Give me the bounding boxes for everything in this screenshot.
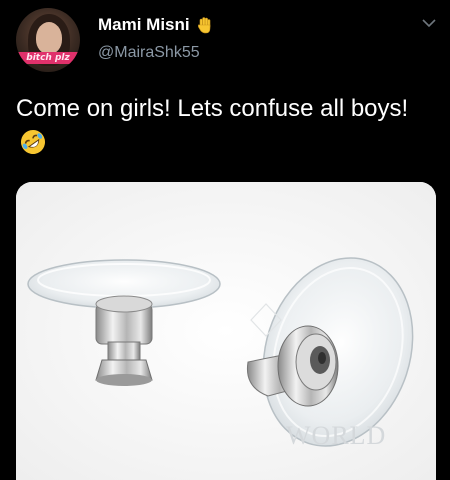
chevron-down-icon[interactable]: [422, 18, 436, 28]
author-handle[interactable]: @MairaShk55: [98, 44, 200, 62]
tweet-card: bitch plz Mami Misni @MairaShk55 Come on…: [0, 0, 450, 480]
tweet-media-image[interactable]: WORLD: [16, 182, 436, 480]
display-name[interactable]: Mami Misni: [98, 15, 190, 35]
tweet-text-content: Come on girls! Lets confuse all boys!: [16, 95, 409, 122]
author-name-row: Mami Misni: [98, 14, 214, 36]
avatar-caption: bitch plz: [16, 52, 80, 64]
avatar[interactable]: bitch plz: [16, 8, 80, 72]
tweet-text: Come on girls! Lets confuse all boys!: [16, 92, 436, 160]
media-watermark: WORLD: [286, 421, 386, 450]
rolling-on-floor-laughing-icon: [20, 129, 46, 155]
avatar-face: [36, 22, 62, 54]
waving-hand-icon: [196, 16, 214, 34]
